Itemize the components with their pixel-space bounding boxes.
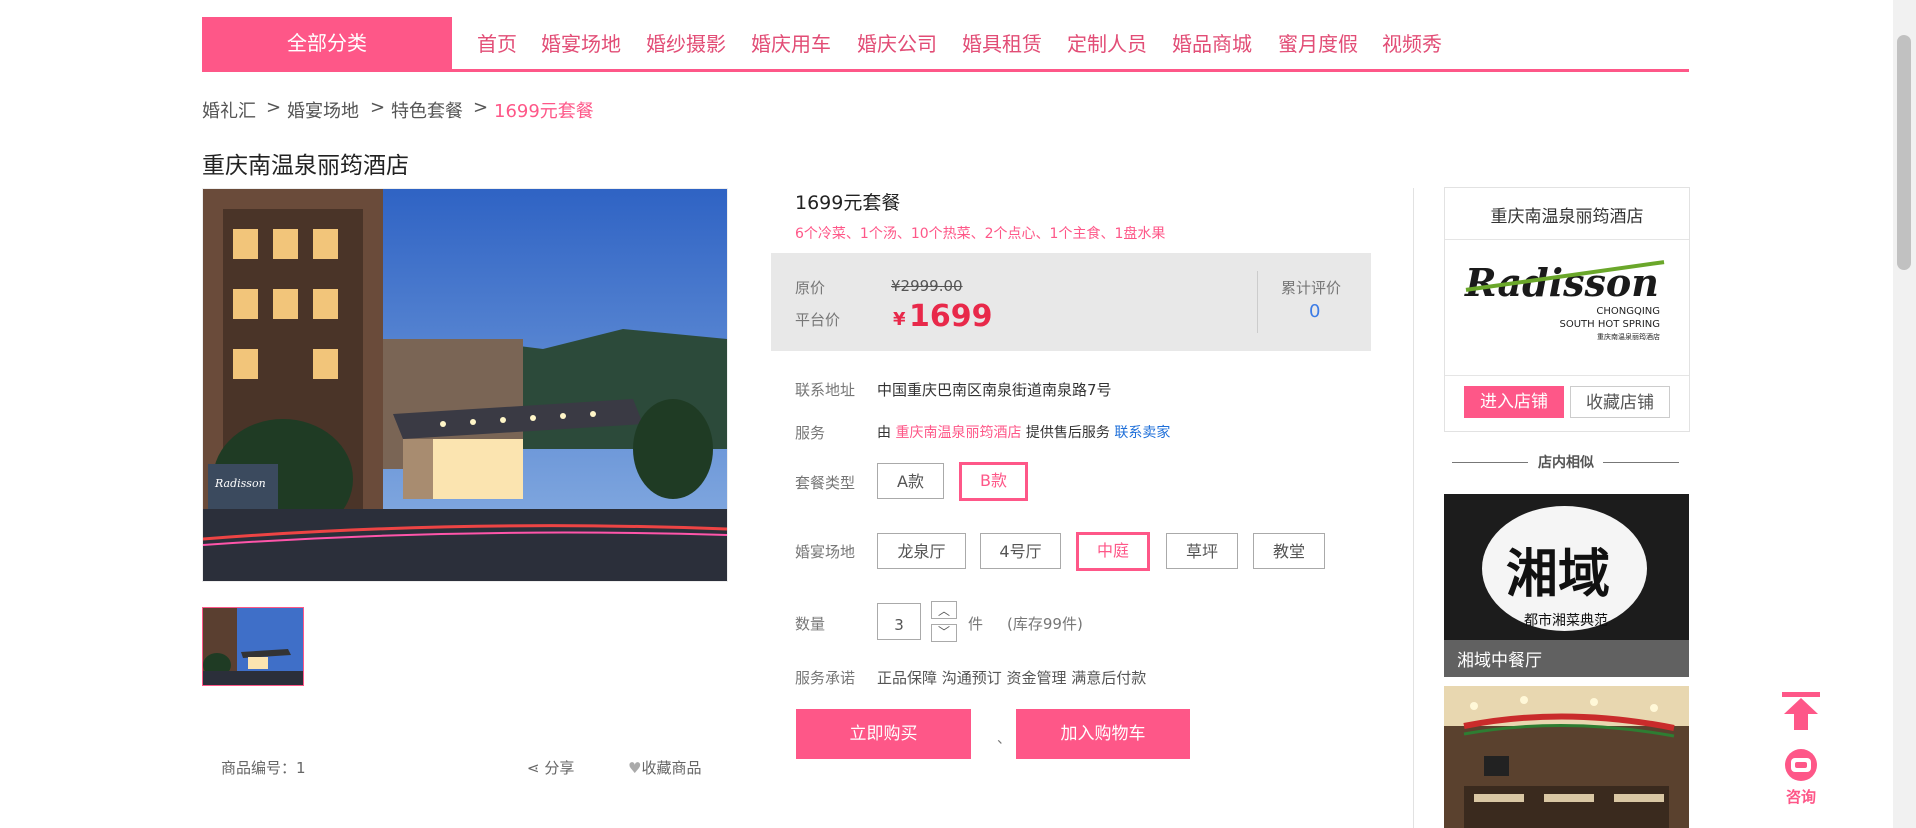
nav-item-wedding-car[interactable]: 婚庆用车 <box>751 28 831 57</box>
similar-item-sign-sub: 都市湘菜典范 <box>1524 613 1608 629</box>
shop-card-divider <box>1445 239 1689 240</box>
logo-sub3: 重庆南温泉丽筠酒店 <box>1597 333 1660 341</box>
nav-item-wedding-venue[interactable]: 婚宴场地 <box>541 28 621 57</box>
page-title: 重庆南温泉丽筠酒店 <box>202 153 409 179</box>
platform-price-label: 平台价 <box>795 311 841 329</box>
breadcrumb-separator: > <box>473 97 489 118</box>
chevron-down-icon: ﹀ <box>937 625 950 639</box>
service-label: 服务 <box>795 424 826 442</box>
similar-item-name: 湘域中餐厅 <box>1457 651 1542 671</box>
share-button[interactable]: ⋖ 分享 <box>527 757 574 778</box>
breadcrumb-venue[interactable]: 婚宴场地 <box>287 97 359 123</box>
divider <box>1257 271 1258 333</box>
address-value: 中国重庆巴南区南泉街道南泉路7号 <box>877 381 1112 399</box>
venue-option-longquan[interactable]: 龙泉厅 <box>877 533 966 569</box>
shop-name: 重庆南温泉丽筠酒店 <box>1490 207 1644 227</box>
logo-sub2: SOUTH HOT SPRING <box>1559 319 1660 330</box>
quantity-input[interactable]: 3 <box>877 603 921 640</box>
quantity-increment[interactable]: ︿ <box>931 601 957 619</box>
back-to-top-button[interactable] <box>1780 690 1822 730</box>
nav-underline <box>202 69 1689 72</box>
chevron-up-icon: ︿ <box>937 604 950 618</box>
contact-seller-link[interactable]: 联系卖家 <box>1114 425 1170 441</box>
shop-card: 重庆南温泉丽筠酒店 Radisson CHONGQING SOUTH HOT S… <box>1444 187 1690 432</box>
nav-item-rental[interactable]: 婚具租赁 <box>962 28 1042 57</box>
similar-line-right <box>1603 462 1679 463</box>
favorite-shop-button[interactable]: 收藏店铺 <box>1570 386 1670 418</box>
similar-item-card[interactable]: 湘域 都市湘菜典范 湘域中餐厅 <box>1444 494 1689 677</box>
stock-info: (库存99件) <box>1007 615 1083 633</box>
breadcrumb-special[interactable]: 特色套餐 <box>391 97 463 123</box>
platform-price: 1699 <box>909 299 993 334</box>
favorite-label: 收藏商品 <box>641 759 702 777</box>
reviews-label: 累计评价 <box>1281 279 1342 297</box>
type-option-b[interactable]: B款 <box>959 462 1028 501</box>
price-panel: 原价 ¥2999.00 平台价 ¥ 1699 累计评价 0 <box>771 253 1371 351</box>
breadcrumb-separator: > <box>266 97 282 118</box>
breadcrumb-current: 1699元套餐 <box>494 101 594 122</box>
reviews-count[interactable]: 0 <box>1309 301 1320 322</box>
nav-item-wedding-photo[interactable]: 婚纱摄影 <box>646 28 726 57</box>
venue-label: 婚宴场地 <box>795 543 856 561</box>
service-suffix: 提供售后服务 <box>1025 425 1110 441</box>
service-prefix: 由 <box>877 425 891 441</box>
sidebar-divider <box>1413 188 1414 828</box>
product-thumbnail[interactable] <box>202 607 304 686</box>
currency-symbol: ¥ <box>893 309 906 330</box>
promise-label: 服务承诺 <box>795 669 856 687</box>
package-type-label: 套餐类型 <box>795 474 856 492</box>
scrollbar-thumb[interactable] <box>1897 35 1911 270</box>
heart-icon: ♥ <box>628 759 642 777</box>
svg-text:Radisson: Radisson <box>214 477 266 490</box>
consult-label: 咨询 <box>1785 788 1816 806</box>
favorite-product-button[interactable]: ♥收藏商品 <box>628 757 701 778</box>
quantity-label: 数量 <box>795 615 826 633</box>
button-separator: 、 <box>997 731 1011 747</box>
nav-item-mall[interactable]: 婚品商城 <box>1172 28 1252 57</box>
service-shop-link[interactable]: 重庆南温泉丽筠酒店 <box>895 425 1021 441</box>
buy-now-button[interactable]: 立即购买 <box>796 709 971 759</box>
venue-option-chapel[interactable]: 教堂 <box>1253 533 1325 569</box>
enter-shop-button[interactable]: 进入店铺 <box>1464 386 1564 418</box>
venue-option-atrium[interactable]: 中庭 <box>1076 532 1150 571</box>
nav-item-home[interactable]: 首页 <box>477 28 517 57</box>
package-description: 6个冷菜、1个汤、10个热菜、2个点心、1个主食、1盘水果 <box>795 226 1166 242</box>
share-icon: ⋖ <box>527 759 545 777</box>
package-name: 1699元套餐 <box>795 192 901 214</box>
original-price-label: 原价 <box>795 279 826 297</box>
share-label: 分享 <box>544 759 575 777</box>
quantity-unit: 件 <box>968 615 984 633</box>
nav-item-custom-staff[interactable]: 定制人员 <box>1067 28 1147 57</box>
similar-title: 店内相似 <box>1538 455 1594 471</box>
type-option-a[interactable]: A款 <box>877 463 944 499</box>
all-categories-button[interactable]: 全部分类 <box>202 17 452 70</box>
arrow-up-icon <box>1782 692 1820 730</box>
similar-line-left <box>1452 462 1528 463</box>
nav-item-video[interactable]: 视频秀 <box>1382 28 1442 57</box>
logo-sub1: CHONGQING <box>1596 306 1660 317</box>
chat-icon <box>1785 749 1817 781</box>
promise-items: 正品保障 沟通预订 资金管理 满意后付款 <box>877 669 1147 687</box>
quantity-decrement[interactable]: ﹀ <box>931 624 957 642</box>
venue-option-hall4[interactable]: 4号厅 <box>980 533 1061 569</box>
sku-label: 商品编号：1 <box>221 759 306 777</box>
product-main-image: Radisson <box>202 188 728 582</box>
add-to-cart-button[interactable]: 加入购物车 <box>1016 709 1190 759</box>
restaurant-photo <box>1444 686 1689 828</box>
similar-item-card-2[interactable] <box>1444 686 1689 828</box>
breadcrumb-separator: > <box>370 97 386 118</box>
breadcrumb-home[interactable]: 婚礼汇 <box>202 97 256 123</box>
shop-card-divider <box>1445 375 1689 376</box>
venue-option-lawn[interactable]: 草坪 <box>1166 533 1238 569</box>
original-price: ¥2999.00 <box>891 277 963 295</box>
nav-item-honeymoon[interactable]: 蜜月度假 <box>1278 28 1358 57</box>
address-label: 联系地址 <box>795 381 856 399</box>
shop-logo[interactable]: Radisson CHONGQING SOUTH HOT SPRING 重庆南温… <box>1465 260 1670 341</box>
consult-button[interactable]: 咨询 <box>1778 748 1824 808</box>
nav-item-wedding-company[interactable]: 婚庆公司 <box>857 28 937 57</box>
similar-item-sign-text: 湘域 <box>1506 544 1611 605</box>
